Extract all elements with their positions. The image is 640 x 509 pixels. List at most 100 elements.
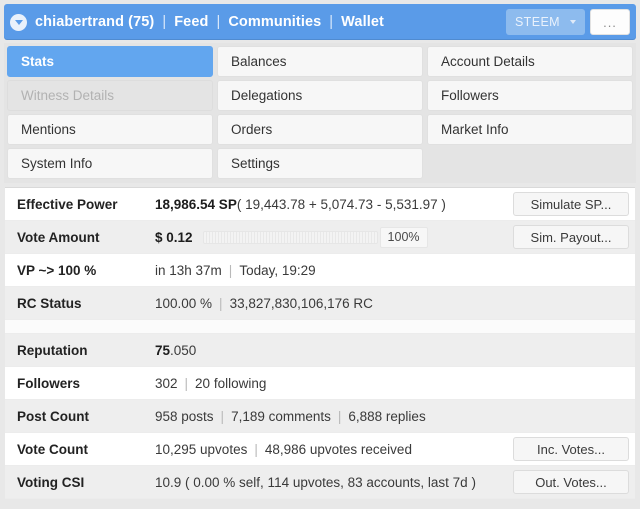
- tab-orders[interactable]: Orders: [217, 114, 423, 145]
- nav-account-link[interactable]: chiabertrand (75): [35, 14, 154, 30]
- tab-grid: Stats Balances Account Details Witness D…: [4, 46, 636, 179]
- value-separator: |: [219, 296, 223, 311]
- tab-label: Stats: [21, 54, 54, 69]
- nav-separator-3: |: [329, 14, 333, 30]
- upvotes-given: 10,295 upvotes: [155, 442, 247, 457]
- vote-amount-value: $ 0.12: [155, 230, 193, 245]
- tab-settings[interactable]: Settings: [217, 148, 423, 179]
- tab-label: Orders: [231, 122, 272, 137]
- value-separator: |: [185, 376, 189, 391]
- table-row-post-count: Post Count 958 posts | 7,189 comments | …: [5, 400, 635, 433]
- row-value: 10,295 upvotes | 48,986 upvotes received: [148, 442, 513, 457]
- tab-followers[interactable]: Followers: [427, 80, 633, 111]
- table-row-vp-to-100: VP ~> 100 % in 13h 37m | Today, 19:29: [5, 254, 635, 287]
- tab-account-details[interactable]: Account Details: [427, 46, 633, 77]
- spacer-label-cell: [5, 320, 148, 333]
- effective-power-breakdown: ( 19,443.78 + 5,074.73 - 5,531.97 ): [237, 197, 446, 212]
- row-action-slot: Simulate SP...: [513, 188, 635, 220]
- row-value: 75 .050: [148, 343, 635, 358]
- row-label: Vote Count: [5, 442, 148, 457]
- row-value: in 13h 37m | Today, 19:29: [148, 263, 635, 278]
- incoming-votes-button[interactable]: Inc. Votes...: [513, 437, 629, 461]
- comments-count: 7,189 comments: [231, 409, 331, 424]
- tab-label: Account Details: [441, 54, 535, 69]
- nav-wallet-link[interactable]: Wallet: [341, 14, 384, 30]
- progress-bar-percent: 100%: [380, 227, 428, 248]
- row-action-slot: Sim. Payout...: [513, 221, 635, 253]
- row-label: Effective Power: [5, 197, 148, 212]
- tab-system-info[interactable]: System Info: [7, 148, 213, 179]
- simulate-sp-button[interactable]: Simulate SP...: [513, 192, 629, 216]
- reputation-decimals: .050: [170, 343, 196, 358]
- top-navigation-bar: chiabertrand (75) | Feed | Communities |…: [4, 4, 636, 40]
- table-row-effective-power: Effective Power 18,986.54 SP ( 19,443.78…: [5, 188, 635, 221]
- tab-balances[interactable]: Balances: [217, 46, 423, 77]
- row-label: Vote Amount: [5, 230, 148, 245]
- reputation-integer: 75: [155, 343, 170, 358]
- tab-label: Witness Details: [21, 88, 114, 103]
- tab-label: Delegations: [231, 88, 302, 103]
- tab-market-info[interactable]: Market Info: [427, 114, 633, 145]
- effective-power-amount: 18,986.54 SP: [155, 197, 237, 212]
- chevron-down-icon: [570, 20, 576, 24]
- chevron-down-glyph: [15, 20, 23, 25]
- following-count: 20 following: [195, 376, 266, 391]
- row-label: Reputation: [5, 343, 148, 358]
- row-action-slot: Out. Votes...: [513, 466, 635, 498]
- table-group-spacer: [5, 320, 635, 334]
- account-chevron-down-circle-icon[interactable]: [10, 14, 27, 31]
- nav-links: chiabertrand (75) | Feed | Communities |…: [35, 14, 384, 30]
- nav-separator-2: |: [216, 14, 220, 30]
- row-value: 10.9 ( 0.00 % self, 114 upvotes, 83 acco…: [148, 475, 513, 490]
- vp-recharge-eta: in 13h 37m: [155, 263, 222, 278]
- row-action-slot: Inc. Votes...: [513, 433, 635, 465]
- row-label: VP ~> 100 %: [5, 263, 148, 278]
- row-label: Post Count: [5, 409, 148, 424]
- row-label: RC Status: [5, 296, 148, 311]
- chain-selector-label: STEEM: [515, 15, 560, 29]
- tab-empty-slot: [427, 148, 633, 179]
- table-row-vote-amount: Vote Amount $ 0.12 100% Sim. Payout...: [5, 221, 635, 254]
- tab-label: Settings: [231, 156, 280, 171]
- stats-table: Effective Power 18,986.54 SP ( 19,443.78…: [5, 187, 635, 499]
- progress-bar-track: [203, 231, 378, 244]
- table-row-voting-csi: Voting CSI 10.9 ( 0.00 % self, 114 upvot…: [5, 466, 635, 499]
- row-value: 100.00 % | 33,827,830,106,176 RC: [148, 296, 635, 311]
- ellipsis-icon: ...: [603, 16, 617, 29]
- tab-stats[interactable]: Stats: [7, 46, 213, 77]
- tab-panel: Stats Balances Account Details Witness D…: [4, 43, 636, 183]
- nav-feed-link[interactable]: Feed: [174, 14, 208, 30]
- nav-separator-1: |: [162, 14, 166, 30]
- voting-csi-value: 10.9 ( 0.00 % self, 114 upvotes, 83 acco…: [155, 475, 476, 490]
- nav-communities-link[interactable]: Communities: [228, 14, 321, 30]
- row-label: Voting CSI: [5, 475, 148, 490]
- outgoing-votes-button[interactable]: Out. Votes...: [513, 470, 629, 494]
- rc-absolute: 33,827,830,106,176 RC: [230, 296, 373, 311]
- row-value: $ 0.12 100%: [148, 227, 513, 248]
- tab-label: Balances: [231, 54, 287, 69]
- tab-label: System Info: [21, 156, 92, 171]
- replies-count: 6,888 replies: [348, 409, 425, 424]
- table-row-rc-status: RC Status 100.00 % | 33,827,830,106,176 …: [5, 287, 635, 320]
- posts-count: 958 posts: [155, 409, 214, 424]
- voting-power-progress[interactable]: 100%: [203, 227, 428, 248]
- table-row-followers: Followers 302 | 20 following: [5, 367, 635, 400]
- chain-selector-dropdown[interactable]: STEEM: [506, 9, 585, 35]
- tab-mentions[interactable]: Mentions: [7, 114, 213, 145]
- upvotes-received: 48,986 upvotes received: [265, 442, 412, 457]
- row-value: 18,986.54 SP ( 19,443.78 + 5,074.73 - 5,…: [148, 197, 513, 212]
- row-label: Followers: [5, 376, 148, 391]
- table-row-vote-count: Vote Count 10,295 upvotes | 48,986 upvot…: [5, 433, 635, 466]
- value-separator: |: [221, 409, 225, 424]
- sim-payout-button[interactable]: Sim. Payout...: [513, 225, 629, 249]
- tab-label: Mentions: [21, 122, 76, 137]
- value-separator: |: [254, 442, 258, 457]
- row-value: 958 posts | 7,189 comments | 6,888 repli…: [148, 409, 635, 424]
- vp-recharge-time: Today, 19:29: [239, 263, 315, 278]
- tab-delegations[interactable]: Delegations: [217, 80, 423, 111]
- value-separator: |: [338, 409, 342, 424]
- followers-count: 302: [155, 376, 178, 391]
- tab-label: Market Info: [441, 122, 509, 137]
- more-options-button[interactable]: ...: [590, 9, 630, 35]
- rc-percent: 100.00 %: [155, 296, 212, 311]
